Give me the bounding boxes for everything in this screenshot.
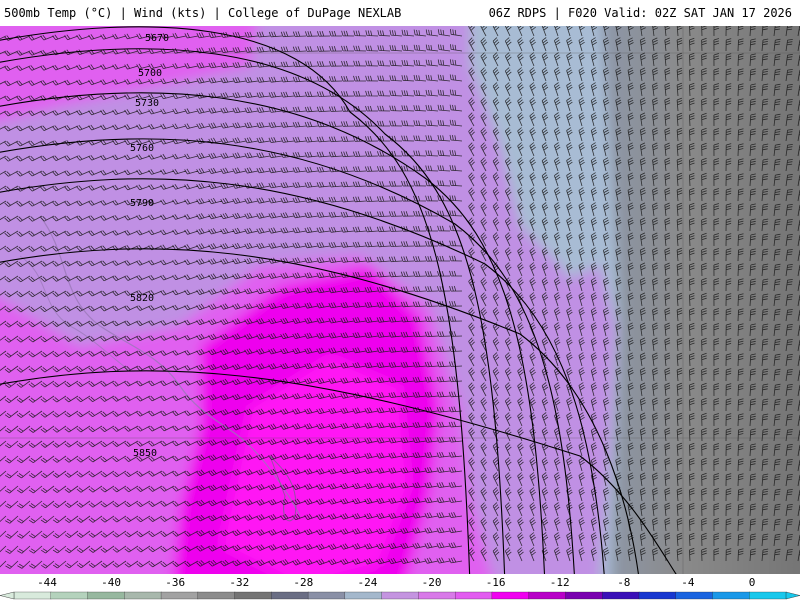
colorbar-swatch [381, 591, 420, 600]
colorbar-swatch [491, 591, 530, 600]
map-canvas: 5670 5700 5730 5760 5790 5820 5850 [0, 26, 800, 574]
colorbar-swatch [712, 591, 750, 600]
colorbar-swatch [234, 591, 272, 600]
colorbar-tick-label: -12 [550, 576, 570, 589]
colorbar-swatch [271, 591, 309, 600]
colorbar-tick-label: -32 [229, 576, 249, 589]
colorbar-swatch [13, 591, 52, 600]
colorbar-swatch [565, 591, 603, 600]
colorbar-canvas: -44 -40 -36 -32 -28 -24 -20 -16 -12 -8 -4 0 [0, 576, 800, 600]
colorbar-tick-label: -16 [486, 576, 506, 589]
colorbar-tick-label: -24 [358, 576, 378, 589]
colorbar-swatch [638, 591, 677, 600]
contour-label-5760: 5760 [130, 143, 154, 154]
weather-map: 5670 5700 5730 5760 5790 5820 5850 [0, 26, 800, 574]
colorbar-tick-label: -4 [681, 576, 695, 589]
colorbar-swatch [87, 591, 125, 600]
colorbar-tick-label: -8 [617, 576, 630, 589]
colorbar-swatch [50, 591, 89, 600]
colorbar-tick-label: -20 [422, 576, 442, 589]
colorbar-swatch [749, 591, 787, 600]
colorbar-tick-label: -28 [293, 576, 313, 589]
model-valid-time: 06Z RDPS | F020 Valid: 02Z SAT JAN 17 20… [488, 6, 792, 20]
colorbar-swatch [675, 591, 714, 600]
colorbar-swatch [307, 591, 346, 600]
header-bar: 500mb Temp (°C) | Wind (kts) | College o… [0, 0, 800, 26]
colorbar-tick-label: -44 [37, 576, 57, 589]
colorbar-swatch [454, 591, 493, 600]
contour-label-5850: 5850 [133, 448, 157, 459]
contour-label-5700: 5700 [138, 68, 162, 79]
contour-label-5670: 5670 [145, 33, 169, 44]
colorbar-low-arrow [0, 591, 15, 600]
temperature-field [0, 26, 800, 574]
contour-label-5790: 5790 [130, 198, 154, 209]
colorbar-swatch [160, 591, 199, 600]
product-title: 500mb Temp (°C) | Wind (kts) | College o… [4, 6, 402, 20]
colorbar-swatch [528, 591, 567, 600]
colorbar-swatch [197, 591, 236, 600]
contour-label-5730: 5730 [135, 98, 159, 109]
colorbar-swatch [124, 591, 162, 600]
colorbar-high-arrow [785, 591, 800, 600]
colorbar-swatch [344, 591, 383, 600]
colorbar-tick-label: -40 [101, 576, 121, 589]
colorbar-tick-label: 0 [749, 576, 756, 589]
temperature-colorbar: -44 -40 -36 -32 -28 -24 -20 -16 -12 -8 -4 0 [0, 574, 800, 600]
colorbar-swatch [602, 591, 640, 600]
contour-label-5820: 5820 [130, 293, 154, 304]
colorbar-swatch [418, 591, 456, 600]
colorbar-tick-label: -36 [165, 576, 185, 589]
